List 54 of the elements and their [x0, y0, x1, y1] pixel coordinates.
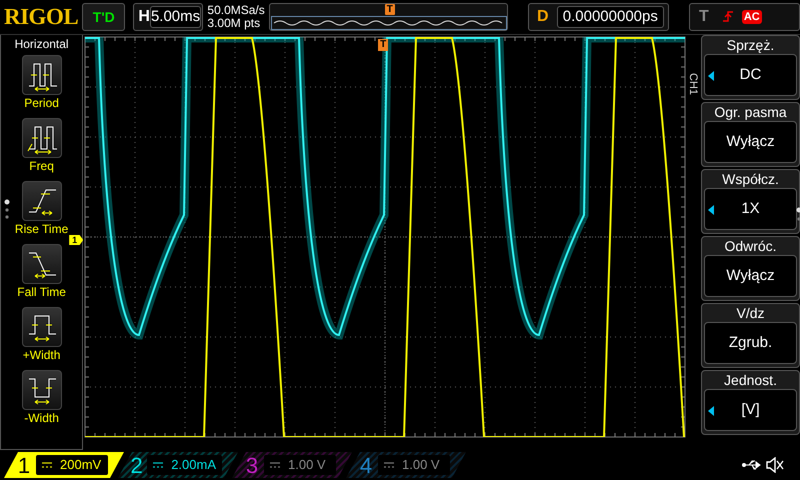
timebase-panel[interactable]: H5.00ms: [133, 3, 204, 31]
measure-button[interactable]: [22, 370, 62, 410]
delay-panel[interactable]: D 0.00000000ps: [528, 3, 669, 31]
measure-label: Period: [23, 96, 60, 110]
menu-value-button[interactable]: Zgrub.: [704, 322, 797, 364]
page-indicator-icon: [4, 199, 10, 221]
dc-coupling-icon: [42, 462, 52, 468]
measure-button[interactable]: [22, 55, 62, 95]
measure-label: Rise Time: [14, 222, 70, 236]
channel-label: CH1: [687, 73, 700, 96]
channel-tab[interactable]: 2 2.00mA: [118, 452, 238, 478]
channel-tab[interactable]: 1 200mV: [4, 452, 124, 478]
measure-button[interactable]: [22, 181, 62, 221]
timebase-label: H: [138, 7, 150, 27]
trigger-position-marker: T: [378, 39, 388, 51]
delay-label: D: [536, 7, 550, 27]
menu-item-label: Sprzęż.: [726, 37, 776, 54]
menu-item-label: Ogr. pasma: [713, 104, 788, 121]
speaker-muted-icon: [766, 457, 784, 473]
menu-value-button[interactable]: Wyłącz: [704, 121, 797, 163]
menu-value-button[interactable]: DC: [704, 54, 797, 96]
measure-label: +Width: [22, 348, 62, 362]
delay-value: 0.00000000ps: [556, 6, 664, 28]
rising-edge-icon: [722, 9, 734, 25]
menu-value-button[interactable]: 1X: [704, 188, 797, 230]
measure-label: Fall Time: [16, 285, 67, 299]
logo: RIGOL: [3, 2, 78, 31]
menu-value-button[interactable]: [V]: [704, 389, 797, 431]
trigger-panel[interactable]: T AC: [688, 3, 800, 31]
measure-label: -Width: [23, 411, 60, 425]
trigger-label: T: [698, 7, 710, 27]
measure-label: Freq: [28, 159, 55, 173]
menu-item-label: Współcz.: [721, 171, 780, 188]
measure-button[interactable]: [22, 118, 62, 158]
channel-level-marker: 1: [69, 235, 84, 245]
menu-title: Horizontal: [14, 37, 70, 51]
trigger-coupling: AC: [742, 10, 762, 24]
channel-tab[interactable]: 3 1.00 V: [232, 452, 352, 478]
usb-icon: [742, 459, 762, 471]
timebase-value: 5.00ms: [150, 6, 202, 28]
measure-button[interactable]: [22, 244, 62, 284]
dc-coupling-icon: [384, 462, 394, 468]
menu-item-label: V/dz: [736, 305, 766, 322]
measure-button[interactable]: [22, 307, 62, 347]
trigger-position-marker: T: [384, 4, 395, 15]
run-status-button[interactable]: T'D: [82, 3, 126, 31]
memory-depth: 3.00M pts: [207, 17, 262, 30]
dc-coupling-icon: [153, 462, 164, 468]
sample-rate: 50.0MSa/s: [207, 4, 265, 17]
menu-item-label: Odwróc.: [723, 238, 778, 255]
menu-item-label: Jednost.: [723, 372, 778, 389]
dc-coupling-icon: [270, 462, 280, 468]
menu-value-button[interactable]: Wyłącz: [704, 255, 797, 297]
channel-tab[interactable]: 4 1.00 V: [346, 452, 466, 478]
